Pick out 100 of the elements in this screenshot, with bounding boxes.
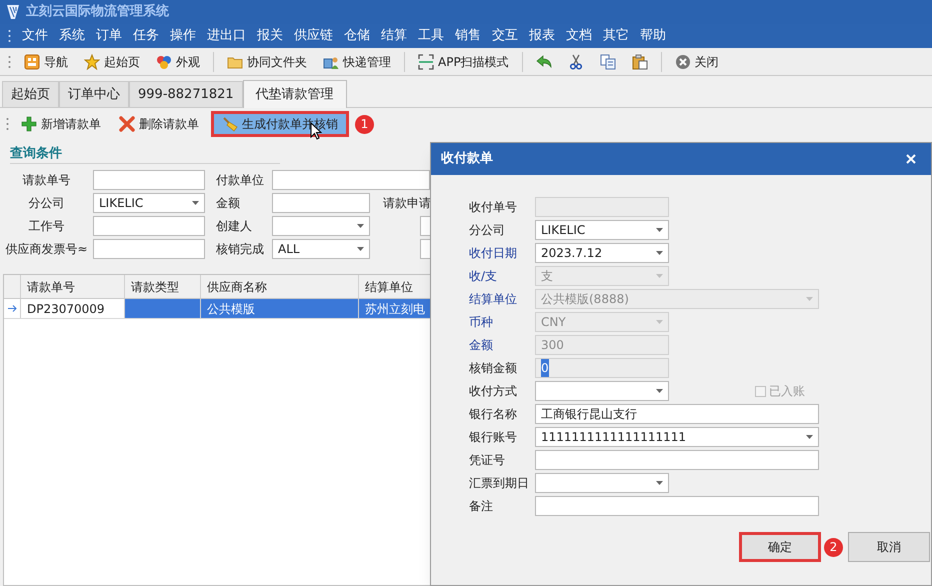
field-label: 备注 [469,498,494,515]
dropdown-field[interactable] [535,381,669,401]
input-field[interactable] [420,216,430,236]
field-label: 银行名称 [469,406,518,423]
dropdown-arrow-icon [192,201,199,205]
menu-item[interactable]: 销售 [455,26,481,46]
dropdown-field[interactable]: LIKELIC [535,220,669,240]
dropdown-field[interactable]: LIKELIC [93,193,205,213]
dropdown-arrow-icon [656,228,663,232]
menu-item[interactable]: 供应链 [294,26,333,46]
field-label: 分公司 [469,222,506,239]
field-label: 核销金额 [469,360,518,377]
menu-item[interactable]: 报表 [529,26,555,46]
toolbar-button[interactable]: 导航 [21,50,71,72]
close-icon [906,154,916,164]
dropdown-arrow-icon [357,224,364,228]
input-field[interactable] [535,496,819,516]
toolbar-button[interactable]: 关闭 [672,50,722,72]
window-title: 立刻云国际物流管理系统 [26,2,169,22]
menu-item[interactable]: 进出口 [207,26,246,46]
menu-item[interactable]: 文档 [566,26,592,46]
menu-item[interactable]: 帮助 [640,26,666,46]
dropdown-arrow-icon [656,320,663,324]
dialog-title: 收付款单 [441,150,493,168]
toolbar-button[interactable]: 外观 [153,50,203,72]
menu-item[interactable]: 工具 [418,26,444,46]
column-header[interactable]: 供应商名称 [201,275,359,298]
copy-icon [600,54,616,70]
grip-icon [6,117,9,131]
menu-item[interactable]: 任务 [133,26,159,46]
menu-item[interactable]: 结算 [381,26,407,46]
column-header[interactable]: 请款单号 [21,275,125,298]
dropdown-field[interactable]: 2023.7.12 [535,243,669,263]
star-icon [84,54,100,70]
tab[interactable]: 代垫请款管理 [242,80,347,108]
step-badge: 1 [355,114,374,134]
column-header[interactable]: 请款类型 [125,275,201,298]
field-label: 银行账号 [469,429,518,446]
clipboard-icon [632,54,648,70]
menu-item[interactable]: 其它 [603,26,629,46]
menu-item[interactable]: 报关 [257,26,283,46]
dropdown-arrow-icon [806,297,813,301]
step-badge: 2 [824,538,843,556]
tab[interactable]: 订单中心 [59,81,129,107]
tab[interactable]: 起始页 [2,81,59,107]
add-button[interactable]: 新增请款单 [15,111,107,137]
toolbar-button[interactable]: 协同文件夹 [224,50,310,72]
close-button[interactable] [905,153,917,165]
arrow-right-icon [8,305,16,312]
dropdown-arrow-icon [806,435,813,439]
dropdown-field[interactable] [535,473,669,493]
table-cell: DP23070009 [21,299,125,318]
field-label: 汇票到期日 [469,475,530,492]
toolbar-button[interactable]: APP扫描模式 [415,50,512,72]
menu-item[interactable]: 订单 [96,26,122,46]
field-label: 收付日期 [469,245,518,262]
plus-icon [21,116,37,132]
table-cell: 公共模版 [201,299,359,318]
close-icon [674,54,691,70]
ok-button[interactable]: 确定 [739,532,821,562]
dropdown-arrow-icon [656,251,663,255]
scissors-icon [568,54,584,70]
tab[interactable]: 999-88271821 [129,81,243,107]
grip-icon [8,29,11,43]
input-field[interactable] [272,170,430,190]
grip-icon [8,54,11,68]
input-field[interactable] [272,193,370,213]
field-label: 工作号 [28,218,66,235]
input-field[interactable] [93,170,205,190]
delete-button[interactable]: 删除请款单 [113,111,205,137]
input-field[interactable]: 工商银行昆山支行 [535,404,819,424]
field-label: 供应商发票号≈ [4,241,89,258]
field-label: 请款单号 [22,172,72,189]
input-field[interactable] [93,216,205,236]
toolbar-button[interactable]: 起始页 [81,50,143,72]
field-label: 凭证号 [469,452,506,469]
logo-icon [6,4,20,20]
input-field[interactable] [535,450,819,470]
menu-item[interactable]: 交互 [492,26,518,46]
field-label: 收/支 [469,268,498,285]
field-label: 核销完成 [216,241,265,258]
menu-item[interactable]: 操作 [170,26,196,46]
color-balls-icon [156,54,172,70]
input-field[interactable] [93,239,205,259]
toolbar-button[interactable]: 快递管理 [320,50,394,72]
cancel-button[interactable]: 取消 [848,532,930,562]
field-label: 分公司 [28,195,66,212]
dropdown-field[interactable]: ALL [272,239,370,259]
menu-item[interactable]: 仓储 [344,26,370,46]
section-title: 查询条件 [10,144,280,164]
dropdown-field[interactable] [272,216,370,236]
field-label: 请款申请 [383,195,431,212]
menu-item[interactable]: 文件 [22,26,48,46]
dropdown-field[interactable]: 1111111111111111111 [535,427,819,447]
menu-item[interactable]: 系统 [59,26,85,46]
input-field[interactable] [420,239,430,259]
grid-icon [24,54,40,70]
dropdown-arrow-icon [357,247,364,251]
field-label: 付款单位 [216,172,265,189]
dropdown-arrow-icon [656,389,663,393]
